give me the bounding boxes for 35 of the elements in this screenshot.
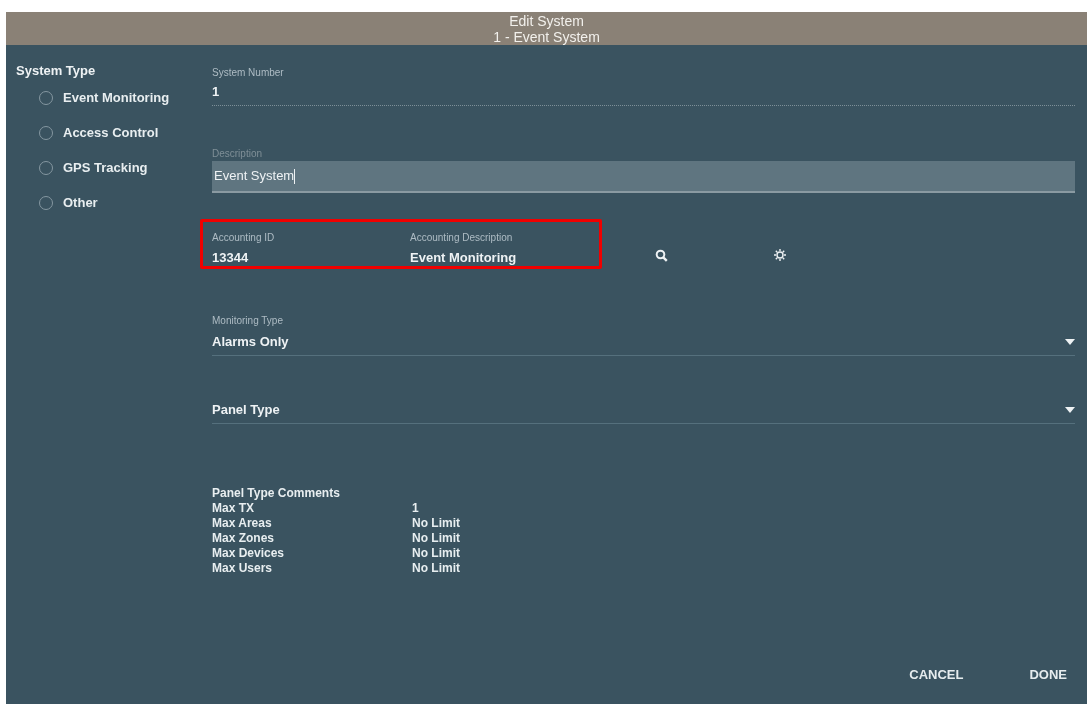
monitoring-type-dropdown[interactable]: Alarms Only bbox=[212, 326, 1075, 357]
property-name: Max Areas bbox=[212, 516, 273, 531]
field-value: Event Monitoring bbox=[410, 249, 518, 265]
property-name: Max TX bbox=[212, 501, 255, 516]
radio-option[interactable]: Event Monitoring bbox=[39, 90, 170, 105]
field-label: Accounting Description bbox=[410, 231, 514, 243]
radio-option[interactable]: GPS Tracking bbox=[39, 160, 148, 175]
field-label: Monitoring Type bbox=[212, 315, 284, 327]
radio-option[interactable]: Other bbox=[39, 195, 98, 210]
dropdown-caret-icon[interactable] bbox=[1065, 338, 1075, 345]
search-icon[interactable] bbox=[655, 248, 668, 262]
property-value: No Limit bbox=[412, 546, 460, 561]
property-value: No Limit bbox=[412, 516, 460, 531]
property-value: No Limit bbox=[412, 561, 460, 576]
dialog-title: Edit System bbox=[509, 12, 584, 29]
radio-option[interactable]: Access Control bbox=[39, 125, 159, 140]
property-value: 1 bbox=[412, 501, 420, 516]
field-label: Description bbox=[212, 148, 264, 159]
section-heading: System Type bbox=[16, 63, 97, 78]
property-name: Max Devices bbox=[212, 546, 286, 561]
property-name: Max Zones bbox=[212, 531, 275, 546]
gear-icon[interactable] bbox=[773, 248, 787, 263]
dialog-subtitle: 1 - Event System bbox=[493, 28, 600, 45]
cancel-button[interactable]: CANCEL bbox=[901, 661, 972, 688]
field-label: Accounting ID bbox=[212, 231, 276, 243]
comments-heading: Panel Type Comments bbox=[212, 486, 341, 501]
property-name: Max Users bbox=[212, 561, 274, 576]
system-number-field[interactable]: 1 bbox=[212, 78, 1075, 106]
done-button[interactable]: DONE bbox=[1021, 661, 1075, 688]
panel-type-dropdown[interactable]: Panel Type bbox=[212, 394, 1075, 425]
field-value: 13344 bbox=[212, 249, 250, 265]
property-value: No Limit bbox=[412, 531, 460, 546]
field-label: System Number bbox=[212, 67, 285, 78]
description-input[interactable]: Event System bbox=[212, 161, 1075, 194]
dropdown-caret-icon[interactable] bbox=[1065, 406, 1075, 413]
